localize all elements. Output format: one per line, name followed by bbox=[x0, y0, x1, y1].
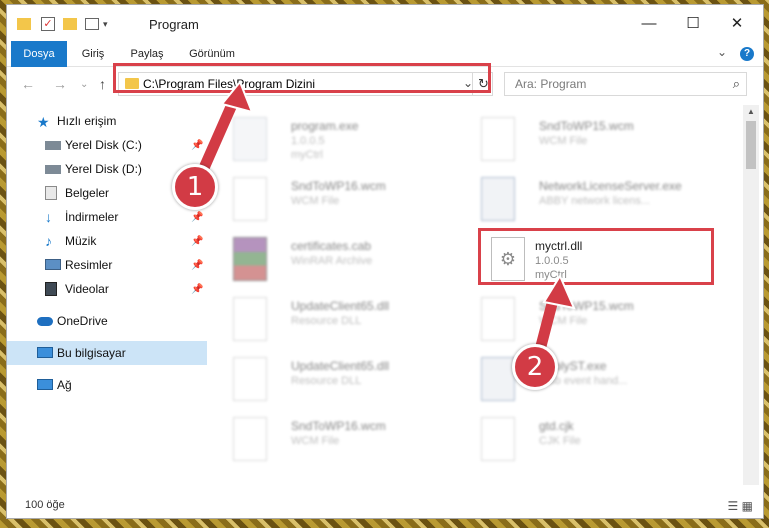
arrow-1 bbox=[198, 80, 254, 174]
arrow-2 bbox=[534, 273, 576, 356]
step-1-badge: 1 bbox=[172, 164, 218, 210]
step-2-badge: 2 bbox=[512, 344, 558, 390]
callout-arrows bbox=[198, 80, 576, 356]
